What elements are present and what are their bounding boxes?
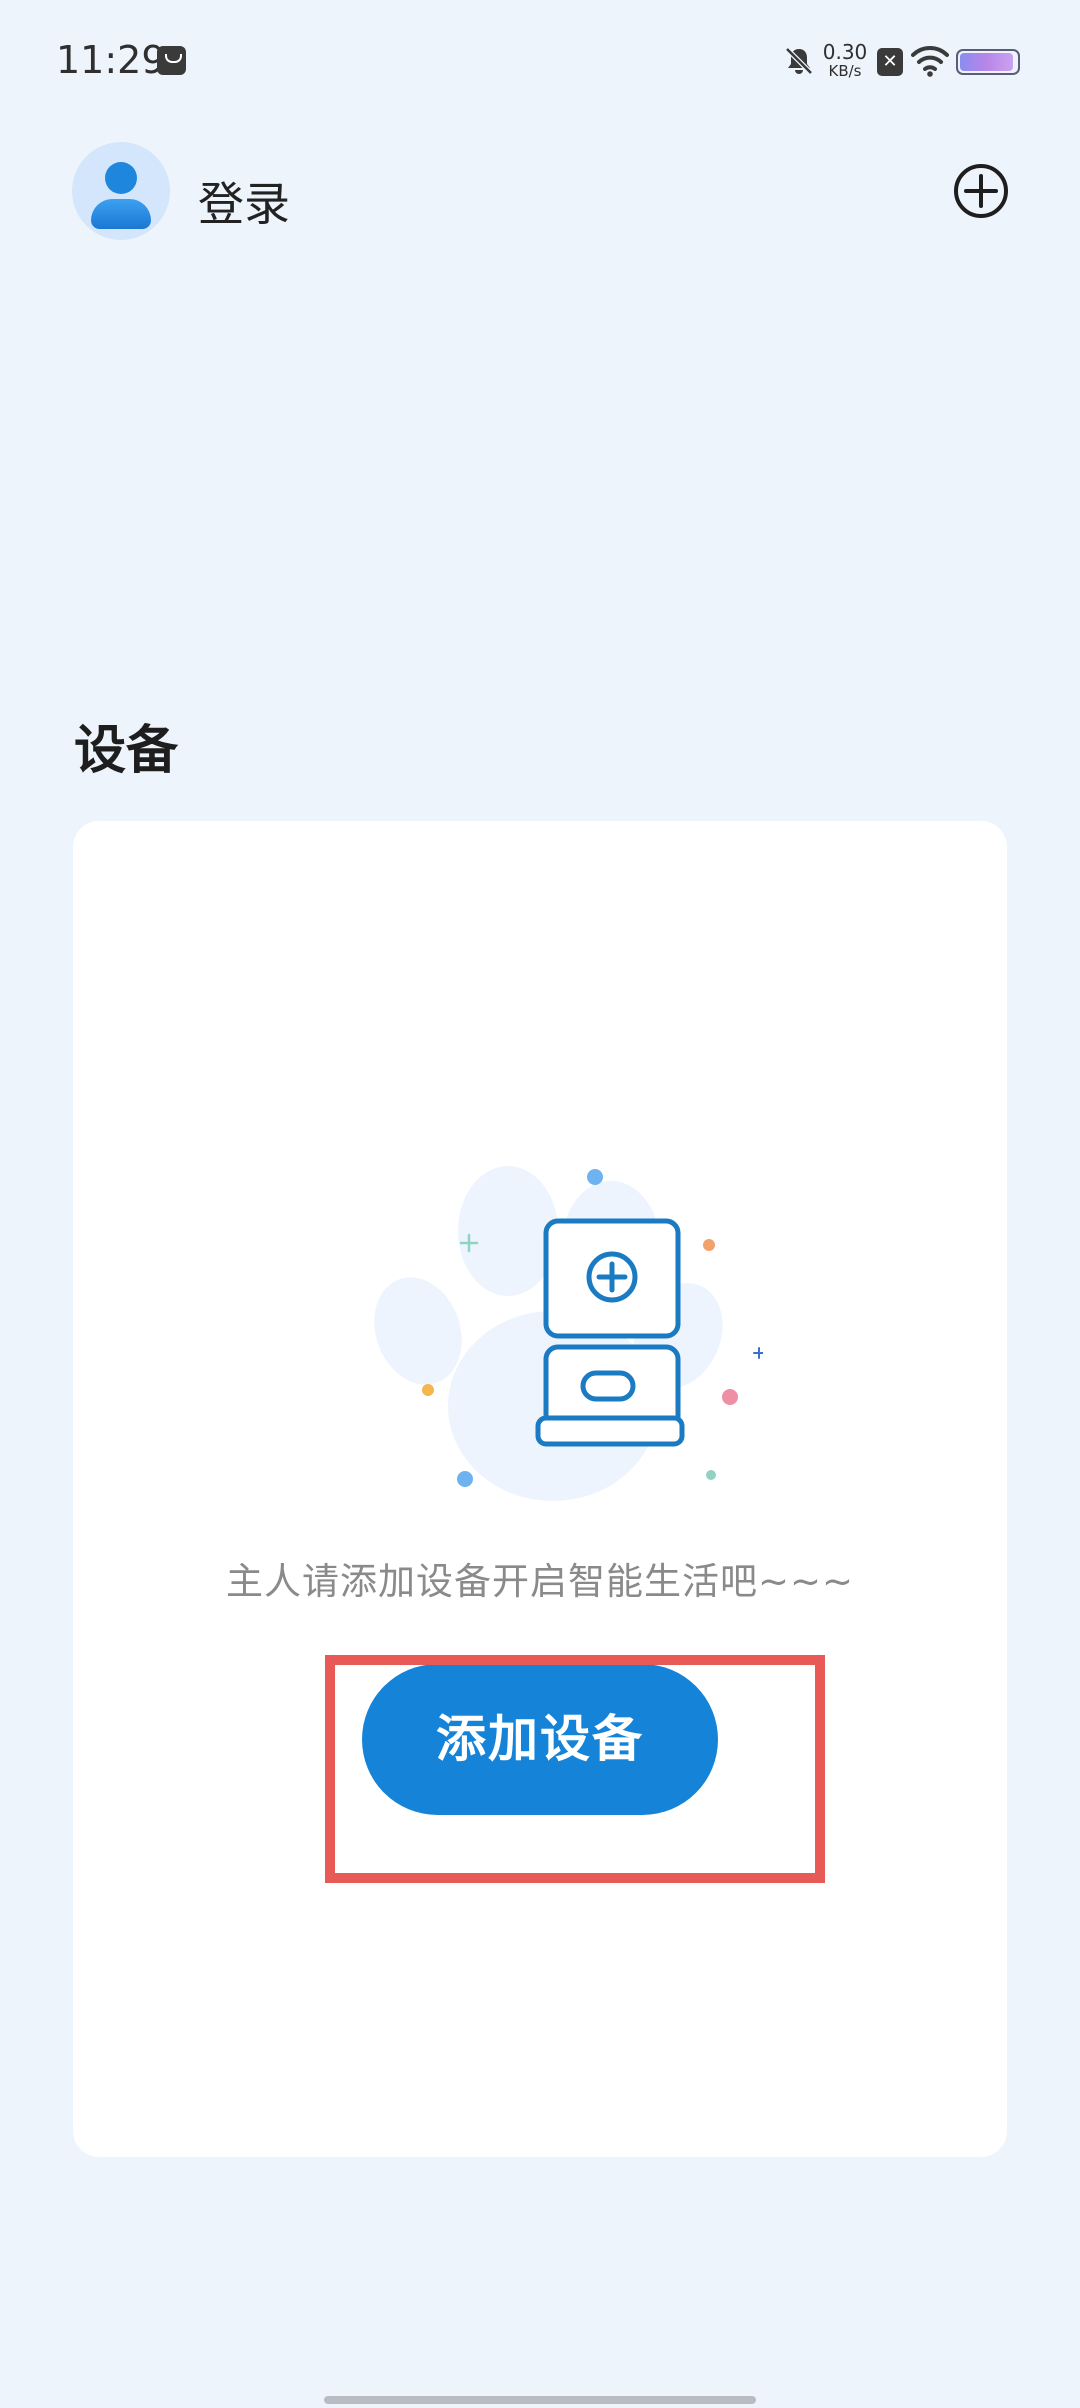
home-indicator[interactable] [324, 2396, 756, 2404]
plus-circle-icon[interactable] [952, 162, 1010, 220]
network-speed: 0.30 KB/s [820, 42, 870, 79]
battery-icon [956, 49, 1020, 75]
header: 登录 [0, 130, 1080, 260]
devices-section-title: 设备 [74, 721, 179, 781]
network-speed-value: 0.30 [822, 40, 868, 64]
status-time: 11:29 [56, 38, 166, 82]
wifi-icon [911, 45, 949, 77]
login-link[interactable]: 登录 [198, 168, 290, 234]
devices-empty-card: 主人请添加设备开启智能生活吧~~~ 添加设备 [73, 821, 1007, 2157]
empty-devices-message: 主人请添加设备开启智能生活吧~~~ [225, 1560, 854, 1603]
pet-feeder-illustration [374, 1166, 763, 1501]
avatar-body [91, 199, 151, 229]
user-avatar-icon[interactable] [72, 142, 170, 240]
bell-muted-icon [785, 47, 813, 75]
shopping-bag-icon [157, 46, 186, 75]
battery-level-fill [960, 53, 1013, 71]
network-speed-unit: KB/s [828, 62, 862, 80]
sim-x-icon: ✕ [877, 48, 903, 76]
status-bar: 11:29 0.30 KB/s ✕ [0, 0, 1080, 120]
add-device-button[interactable]: 添加设备 [362, 1664, 718, 1815]
avatar-head [105, 162, 137, 194]
